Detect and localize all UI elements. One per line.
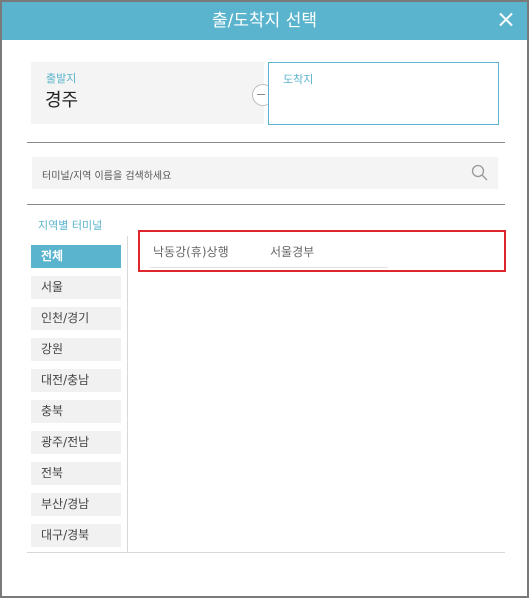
region-item[interactable]: 대전/충남 [31, 369, 121, 392]
region-item[interactable]: 충북 [31, 400, 121, 423]
region-list: 전체서울인천/경기강원대전/충남충북광주/전남전북부산/경남대구/경북 [27, 236, 128, 552]
modal-header: 출/도착지 선택 [2, 2, 527, 40]
close-icon[interactable] [495, 9, 517, 31]
highlight-box [138, 230, 506, 272]
modal-title: 출/도착지 선택 [212, 11, 317, 31]
region-item[interactable]: 광주/전남 [31, 431, 121, 454]
region-item[interactable]: 인천/경기 [31, 307, 121, 330]
origin-field[interactable]: 출발지 경주 [31, 62, 264, 124]
region-item[interactable]: 전북 [31, 462, 121, 485]
divider [27, 552, 505, 553]
search-placeholder: 터미널/지역 이름을 검색하세요 [42, 171, 172, 182]
region-item[interactable]: 서울 [31, 276, 121, 299]
terminal-list: 낙동강(휴)상행 서울경부 [128, 236, 505, 552]
search-icon[interactable] [471, 164, 488, 181]
divider [27, 142, 505, 143]
destination-label: 도착지 [283, 73, 314, 86]
origin-label: 출발지 [46, 72, 77, 85]
destination-field[interactable]: 도착지 [268, 62, 499, 125]
terminal-select-modal: 출/도착지 선택 출발지 경주 도착지 터미널/지역 이름을 검색하세요 지역별… [0, 0, 529, 598]
origin-value: 경주 [45, 90, 79, 111]
region-item[interactable]: 대구/경북 [31, 524, 121, 547]
region-item[interactable]: 전체 [31, 245, 121, 268]
divider [27, 204, 505, 205]
region-item[interactable]: 강원 [31, 338, 121, 361]
search-input[interactable]: 터미널/지역 이름을 검색하세요 [32, 157, 498, 189]
region-item[interactable]: 부산/경남 [31, 493, 121, 516]
region-section-title: 지역별 터미널 [38, 219, 103, 232]
